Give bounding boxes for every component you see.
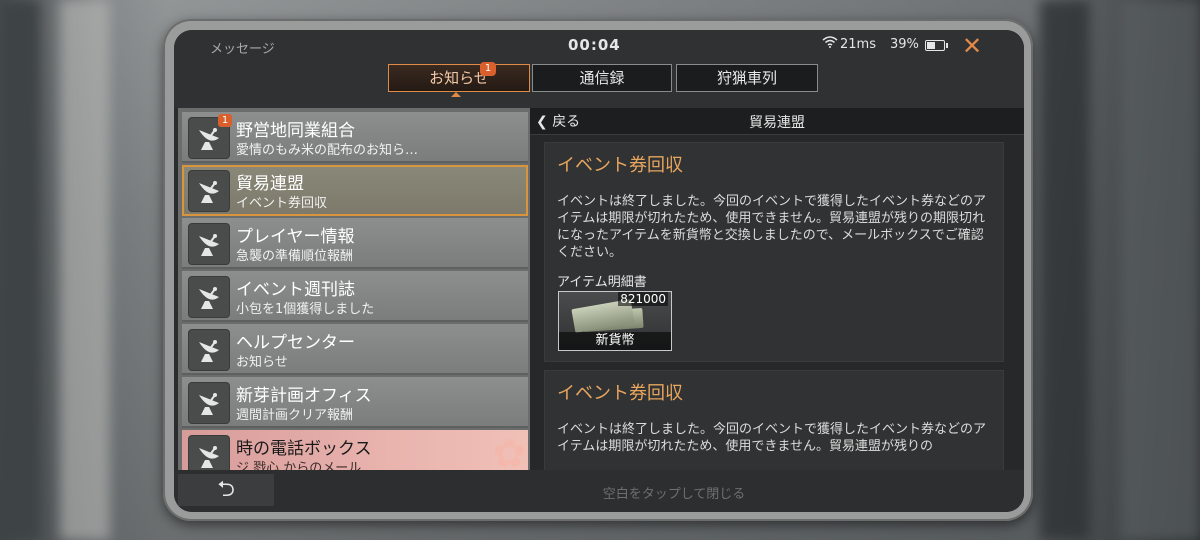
list-item-title: 新芽計画オフィス	[236, 386, 372, 406]
list-item[interactable]: ヘルプセンター お知らせ	[182, 324, 528, 375]
background-blur	[1040, 0, 1090, 540]
message-title: イベント券回収	[557, 155, 683, 176]
tap-to-close-hint: 空白をタップして閉じる	[602, 487, 746, 502]
list-item-title: 貿易連盟	[236, 174, 304, 194]
detail-title: 貿易連盟	[749, 115, 805, 131]
battery-icon	[925, 40, 948, 51]
attachment-count: 821000	[618, 292, 668, 306]
satellite-dish-icon	[188, 329, 230, 371]
list-item-subtitle: ジ 戮心 からのメール	[236, 461, 362, 470]
list-item-title: イベント週刊誌	[236, 280, 355, 300]
message-card: イベント券回収 イベントは終了しました。今回のイベントで獲得したイベント券などの…	[544, 370, 1004, 470]
list-item[interactable]: 貿易連盟 イベント券回収	[182, 165, 528, 216]
list-item-subtitle: 愛情のもみ米の配布のお知ら…	[236, 143, 419, 158]
flower-decoration-icon: ✿	[492, 431, 526, 470]
list-item-title: 時の電話ボックス	[236, 439, 372, 459]
detail-header: ❮ 戻る 貿易連盟	[530, 108, 1024, 135]
list-item[interactable]: イベント週刊誌 小包を1個獲得しました	[182, 271, 528, 322]
message-body: イベントは終了しました。今回のイベントで獲得したイベント券などのアイテムは期限が…	[557, 194, 987, 260]
tab-hunting-convoy[interactable]: 狩猟車列	[676, 64, 818, 92]
tab-bar: お知らせ 1 通信録 狩猟車列	[174, 60, 1024, 108]
clock: 00:04	[568, 36, 621, 54]
message-detail: ❮ 戻る 貿易連盟 イベント券回収 イベントは終了しました。今回のイベントで獲得…	[530, 108, 1024, 470]
list-item[interactable]: プレイヤー情報 急襲の準備順位報酬	[182, 218, 528, 269]
list-item-subtitle: お知らせ	[236, 355, 288, 370]
satellite-dish-icon	[188, 223, 230, 265]
list-item[interactable]: 1 野営地同業組合 愛情のもみ米の配布のお知ら…	[182, 112, 528, 163]
background-blur	[0, 0, 40, 540]
ping-value: 21ms	[840, 37, 876, 52]
status-bar: メッセージ 00:04 21ms 39% ✕	[174, 30, 1024, 60]
list-item-subtitle: 週間計画クリア報酬	[236, 408, 354, 423]
message-screen: メッセージ 00:04 21ms 39% ✕ お知らせ 1 通信録 狩猟車列 1…	[174, 30, 1024, 512]
list-item-subtitle: 小包を1個獲得しました	[236, 302, 375, 317]
list-item-subtitle: 急襲の準備順位報酬	[236, 249, 354, 264]
unread-badge: 1	[218, 114, 232, 127]
tab-notices[interactable]: お知らせ	[388, 64, 530, 92]
list-item-title: ヘルプセンター	[236, 333, 355, 353]
battery-percent: 39%	[890, 37, 919, 52]
satellite-dish-icon	[188, 435, 230, 470]
active-tab-caret	[451, 92, 461, 97]
close-button[interactable]: ✕	[952, 32, 992, 60]
satellite-dish-icon	[188, 276, 230, 318]
message-card: イベント券回収 イベントは終了しました。今回のイベントで獲得したイベント券などの…	[544, 142, 1004, 362]
background-blur	[1120, 0, 1200, 540]
attachment-label: アイテム明細書	[557, 275, 647, 290]
list-item[interactable]: 時の電話ボックス ジ 戮心 からのメール ✿	[182, 430, 528, 470]
list-item-title: 野営地同業組合	[236, 121, 355, 141]
screen-title: メッセージ	[210, 42, 275, 57]
message-title: イベント券回収	[557, 383, 683, 404]
message-list: 1 野営地同業組合 愛情のもみ米の配布のお知ら… 貿易連盟 イベント券回収 プレ…	[178, 108, 530, 470]
background-blur	[60, 0, 110, 540]
satellite-dish-icon	[188, 170, 230, 212]
list-item-subtitle: イベント券回収	[236, 196, 328, 211]
bottom-bar: ⮌ 空白をタップして閉じる	[174, 470, 1024, 512]
list-item-title: プレイヤー情報	[236, 227, 355, 247]
attachment-item[interactable]: 821000 新貨幣	[558, 291, 672, 351]
satellite-dish-icon	[188, 382, 230, 424]
attachment-name: 新貨幣	[559, 332, 671, 350]
wifi-icon	[822, 36, 838, 52]
message-body: イベントは終了しました。今回のイベントで獲得したイベント券などのアイテムは期限が…	[557, 422, 987, 454]
tab-contacts[interactable]: 通信録	[532, 64, 672, 92]
list-item[interactable]: 新芽計画オフィス 週間計画クリア報酬	[182, 377, 528, 428]
tab-notices-badge: 1	[480, 62, 496, 76]
